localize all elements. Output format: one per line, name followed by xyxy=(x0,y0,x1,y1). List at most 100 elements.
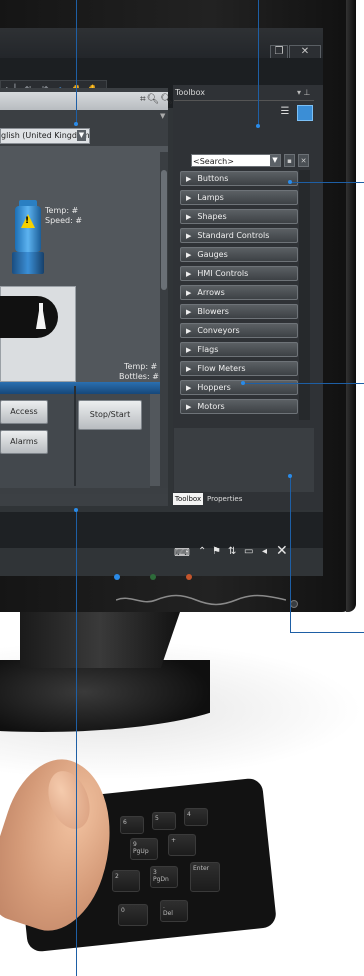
key-enter[interactable]: Enter xyxy=(190,862,220,892)
toolbox-category-label: Shapes xyxy=(197,212,227,221)
expand-arrow-icon: ▶ xyxy=(186,175,192,183)
callout-line-categories xyxy=(290,182,364,183)
key-9[interactable]: 9 PgUp xyxy=(130,838,158,860)
callout-line-preview-out xyxy=(290,632,364,633)
volume-icon[interactable]: ◂ xyxy=(262,546,267,557)
machine-window xyxy=(0,296,58,338)
toolbox-category-label: Buttons xyxy=(197,174,229,183)
pin-icon[interactable]: ▾ ⊥ xyxy=(297,88,311,97)
toolbox-category-standard-controls[interactable]: ▶ Standard Controls xyxy=(180,228,298,243)
callout-dot xyxy=(288,474,292,478)
status-light-green xyxy=(150,574,156,580)
panel-divider xyxy=(74,386,76,486)
stop-start-button[interactable]: Stop/Start xyxy=(78,400,142,430)
toolbox-category-motors[interactable]: ▶ Motors xyxy=(180,399,298,414)
monitor-edge xyxy=(346,0,356,612)
bezel-wave-decoration xyxy=(116,594,286,606)
close-icon[interactable]: ✕ xyxy=(276,543,288,559)
warning-exclamation-icon: ! xyxy=(25,216,30,226)
toolbox-category-shapes[interactable]: ▶ Shapes xyxy=(180,209,298,224)
sort-icon[interactable]: ☰ xyxy=(278,106,292,118)
toolbox-category-lamps[interactable]: ▶ Lamps xyxy=(180,190,298,205)
taskbar xyxy=(0,512,323,548)
editor-status-strip xyxy=(0,494,168,506)
chevron-down-icon[interactable]: ▼ xyxy=(160,112,165,120)
pump-motor[interactable] xyxy=(15,206,41,252)
key-0[interactable]: 0 xyxy=(118,904,148,926)
key-plus[interactable]: + xyxy=(168,834,196,856)
grid-view-icon[interactable] xyxy=(297,105,313,121)
toolbox-category-label: Hoppers xyxy=(197,383,231,392)
key-4[interactable]: 4 xyxy=(184,808,208,826)
toolbox-category-blowers[interactable]: ▶ Blowers xyxy=(180,304,298,319)
toolbox-category-flags[interactable]: ▶ Flags xyxy=(180,342,298,357)
toolbox-category-flow-meters[interactable]: ▶ Flow Meters xyxy=(180,361,298,376)
callout-line-hoppers xyxy=(243,383,364,384)
key-2[interactable]: 2 xyxy=(112,870,140,892)
toolbox-category-conveyors[interactable]: ▶ Conveyors xyxy=(180,323,298,338)
expand-arrow-icon: ▶ xyxy=(186,270,192,278)
callout-line-toolbox xyxy=(258,0,259,126)
expand-arrow-icon: ▶ xyxy=(186,346,192,354)
language-select[interactable]: glish (United Kingdom) ▼ xyxy=(0,128,90,144)
search-dropdown-icon[interactable]: ▼ xyxy=(270,155,280,166)
expand-arrow-icon: ▶ xyxy=(186,384,192,392)
status-light-blue xyxy=(114,574,120,580)
pump-base xyxy=(12,252,44,274)
toolbox-category-label: Gauges xyxy=(197,250,228,259)
toolbox-category-label: HMI Controls xyxy=(197,269,249,278)
key-6[interactable]: 6 xyxy=(120,816,144,834)
toolbox-category-label: Motors xyxy=(197,402,225,411)
keyboard-icon[interactable]: ⌨ xyxy=(174,546,190,559)
toolbox-category-label: Arrows xyxy=(197,288,225,297)
expand-icon[interactable]: ⌃ xyxy=(198,546,206,557)
flag-icon[interactable]: ⚑ xyxy=(212,546,221,557)
callout-dot xyxy=(74,508,78,512)
tab-properties[interactable]: Properties xyxy=(207,493,242,505)
pump-temp-label: Temp: # xyxy=(45,206,79,215)
expand-arrow-icon: ▶ xyxy=(186,251,192,259)
display-icon[interactable]: ▭ xyxy=(244,546,253,557)
access-button[interactable]: Access xyxy=(0,400,48,424)
dropdown-arrow-icon: ▼ xyxy=(77,130,86,141)
alarms-button[interactable]: Alarms xyxy=(0,430,48,454)
callout-dot xyxy=(256,124,260,128)
toolbox-category-gauges[interactable]: ▶ Gauges xyxy=(180,247,298,262)
scrollbar-thumb[interactable] xyxy=(161,170,167,290)
toolbox-title: Toolbox xyxy=(175,88,205,97)
key-5[interactable]: 5 xyxy=(152,812,176,830)
callout-dot xyxy=(74,122,78,126)
monitor-neck xyxy=(20,612,180,668)
zoom-tools[interactable]: ⌗🔍︎🔍︎ xyxy=(140,94,174,105)
toolbox-category-label: Lamps xyxy=(197,193,224,202)
machine-bottles-label: Bottles: # xyxy=(119,372,159,381)
power-button[interactable] xyxy=(290,600,298,608)
expand-arrow-icon: ▶ xyxy=(186,403,192,411)
key-3[interactable]: 3 PgDn xyxy=(150,866,178,888)
expand-arrow-icon: ▶ xyxy=(186,327,192,335)
callout-dot xyxy=(288,180,292,184)
toolbox-category-label: Flags xyxy=(197,345,219,354)
expand-arrow-icon: ▶ xyxy=(186,232,192,240)
expand-arrow-icon: ▶ xyxy=(186,308,192,316)
callout-dot xyxy=(241,381,245,385)
callout-line-editor xyxy=(76,0,77,124)
machine-temp-label: Temp: # xyxy=(124,362,158,371)
pump-speed-label: Speed: # xyxy=(45,216,83,225)
toolbox-category-buttons[interactable]: ▶ Buttons xyxy=(180,171,298,186)
control-panel-header xyxy=(0,382,160,394)
tab-toolbox[interactable]: Toolbox xyxy=(173,493,203,505)
callout-line-preview xyxy=(290,476,291,632)
network-icon[interactable]: ⇅ xyxy=(228,546,236,557)
toolbox-category-label: Blowers xyxy=(197,307,229,316)
toolbox-search-input[interactable]: <Search> xyxy=(191,154,281,167)
toolbox-category-arrows[interactable]: ▶ Arrows xyxy=(180,285,298,300)
toolbox-category-label: Flow Meters xyxy=(197,364,246,373)
search-options-button[interactable]: ▪ xyxy=(284,154,295,167)
key-del[interactable]: . Del xyxy=(160,900,188,922)
toolbox-category-hmi-controls[interactable]: ▶ HMI Controls xyxy=(180,266,298,281)
clear-search-button[interactable]: ✕ xyxy=(298,154,309,167)
toolbox-title-divider xyxy=(174,100,314,101)
toolbox-category-label: Conveyors xyxy=(197,326,240,335)
toolbox-preview-area xyxy=(174,428,314,492)
